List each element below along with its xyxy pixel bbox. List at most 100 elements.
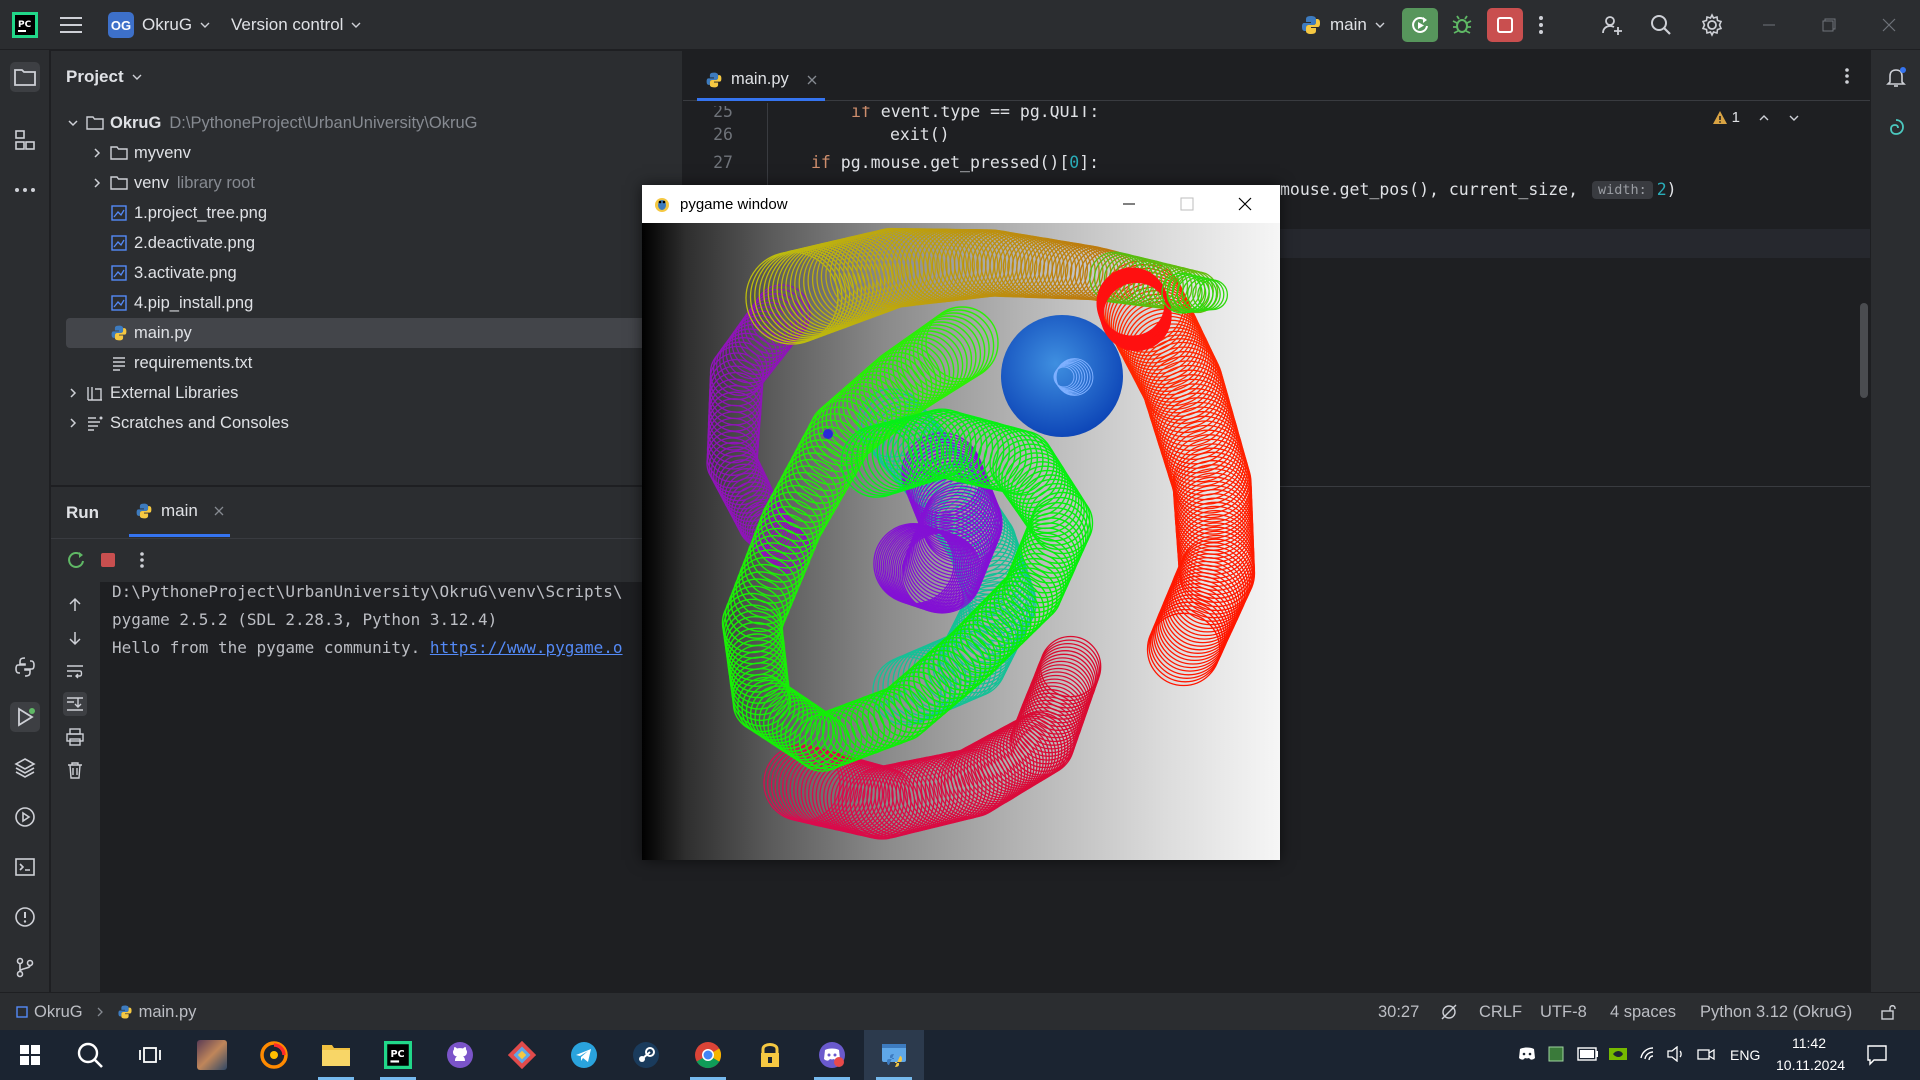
taskbar-yandex-music[interactable]: [244, 1030, 304, 1080]
python-interpreter[interactable]: Python 3.12 (OkruG): [1700, 993, 1852, 1031]
tree-item-myvenv[interactable]: myvenv: [66, 138, 682, 168]
soft-wrap-button[interactable]: [63, 659, 87, 683]
code-with-me-button[interactable]: [1600, 0, 1624, 50]
pygame-maximize-button[interactable]: [1180, 197, 1194, 211]
ai-assistant-button[interactable]: [1881, 112, 1911, 142]
tree-item-requirements-txt[interactable]: requirements.txt: [66, 348, 682, 378]
clear-all-button[interactable]: [63, 758, 87, 782]
taskbar-python-app[interactable]: [864, 1030, 924, 1080]
tray-meet-now[interactable]: [1697, 1046, 1715, 1062]
python-packages-button[interactable]: [10, 752, 40, 782]
notifications-button[interactable]: [1881, 62, 1911, 92]
tree-item-activate-png[interactable]: 3.activate.png: [66, 258, 682, 288]
inspection-status[interactable]: [1440, 993, 1458, 1031]
structure-tool-button[interactable]: [10, 125, 40, 155]
code-line-28[interactable]: mouse.get_pos(), current_size, width: 2): [1280, 176, 1870, 203]
indent-setting[interactable]: 4 spaces: [1610, 993, 1676, 1031]
tree-external-libraries[interactable]: External Libraries: [66, 378, 682, 408]
input-language[interactable]: ENG: [1730, 1047, 1760, 1063]
taskbar-vpn-app[interactable]: [740, 1030, 800, 1080]
minimize-button[interactable]: [1762, 0, 1776, 50]
run-config-selector[interactable]: main: [1300, 0, 1385, 50]
scroll-to-end-button[interactable]: [63, 692, 87, 716]
debug-button[interactable]: [1450, 0, 1474, 50]
caret-position[interactable]: 30:27: [1378, 993, 1419, 1031]
pygame-minimize-button[interactable]: [1122, 197, 1136, 211]
scroll-down-button[interactable]: [63, 626, 87, 650]
project-tool-button[interactable]: [10, 62, 40, 92]
taskbar-pycharm[interactable]: PC: [368, 1030, 428, 1080]
editor-tab-options[interactable]: [1844, 67, 1850, 85]
tree-item-deactivate-png[interactable]: 2.deactivate.png: [66, 228, 682, 258]
tree-scratches-consoles[interactable]: Scratches and Consoles: [66, 408, 682, 438]
python-console-button[interactable]: [10, 652, 40, 682]
task-view-button[interactable]: [120, 1030, 180, 1080]
start-button[interactable]: [0, 1030, 60, 1080]
tree-item-venv[interactable]: venv library root: [66, 168, 682, 198]
breadcrumb-file[interactable]: main.py: [139, 1003, 197, 1022]
breadcrumb-project[interactable]: OkruG: [34, 1003, 83, 1022]
run-tab-main[interactable]: main: [129, 487, 230, 537]
breadcrumb[interactable]: OkruG main.py: [16, 993, 196, 1031]
settings-button[interactable]: [1700, 0, 1724, 50]
stop-button[interactable]: [1487, 0, 1523, 50]
editor-tab-main-py[interactable]: main.py: [697, 61, 825, 101]
project-panel-header[interactable]: Project: [66, 67, 142, 87]
taskbar-game-app[interactable]: [182, 1030, 242, 1080]
pygame-window[interactable]: pygame window: [642, 185, 1280, 860]
search-everywhere-button[interactable]: [1650, 0, 1672, 50]
tree-root-okrug[interactable]: OkruG D:\PythoneProject\UrbanUniversity\…: [66, 108, 682, 138]
rerun-button[interactable]: [65, 549, 87, 571]
line-separator[interactable]: CRLF: [1479, 993, 1522, 1031]
pycharm-logo[interactable]: PC: [12, 0, 38, 50]
taskbar-telegram[interactable]: [554, 1030, 614, 1080]
action-center-button[interactable]: [1866, 1044, 1888, 1066]
taskbar-discord[interactable]: [802, 1030, 862, 1080]
taskbar-file-explorer[interactable]: [306, 1030, 366, 1080]
git-button[interactable]: [10, 952, 40, 982]
pygame-close-button[interactable]: [1238, 197, 1252, 211]
pygame-title-bar[interactable]: pygame window: [642, 185, 1280, 223]
tree-item-project-tree-png[interactable]: 1.project_tree.png: [66, 198, 682, 228]
tray-volume[interactable]: [1667, 1046, 1685, 1062]
more-actions-button[interactable]: [1538, 0, 1544, 50]
tray-wifi[interactable]: [1640, 1046, 1658, 1062]
project-switcher[interactable]: OG OkruG: [108, 0, 210, 50]
tray-battery[interactable]: [1577, 1047, 1599, 1061]
tray-nvidia[interactable]: [1608, 1046, 1628, 1062]
code-line-26[interactable]: 26 exit(): [683, 121, 1870, 148]
tree-item-main-py[interactable]: main.py: [66, 318, 682, 348]
close-button[interactable]: [1882, 0, 1896, 50]
problems-button[interactable]: [10, 902, 40, 932]
editor-scrollbar-thumb[interactable]: [1860, 303, 1868, 398]
services-button[interactable]: [10, 802, 40, 832]
print-button[interactable]: [63, 725, 87, 749]
stop-button[interactable]: [99, 551, 117, 569]
taskbar-chrome[interactable]: [678, 1030, 738, 1080]
code-line-27[interactable]: 27 if pg.mouse.get_pressed()[0]:: [683, 149, 1870, 176]
tray-discord[interactable]: [1517, 1046, 1537, 1062]
file-encoding[interactable]: UTF-8: [1540, 993, 1587, 1031]
main-menu-button[interactable]: [60, 0, 82, 50]
clock-date[interactable]: 10.11.2024: [1776, 1057, 1845, 1073]
tree-item-pip-install-png[interactable]: 4.pip_install.png: [66, 288, 682, 318]
taskbar-git-app[interactable]: [492, 1030, 552, 1080]
more-tools-button[interactable]: [10, 175, 40, 205]
rerun-button[interactable]: [1402, 0, 1438, 50]
run-tool-button[interactable]: [10, 702, 40, 732]
version-control-menu[interactable]: Version control: [231, 0, 361, 50]
run-console-output[interactable]: D:\PythoneProject\UrbanUniversity\OkruG\…: [100, 582, 682, 993]
scroll-up-button[interactable]: [63, 593, 87, 617]
taskbar-github-desktop[interactable]: [430, 1030, 490, 1080]
pygame-drawing-canvas[interactable]: [642, 223, 1280, 860]
read-only-toggle[interactable]: [1880, 993, 1898, 1031]
tray-app-green[interactable]: [1548, 1046, 1564, 1062]
pygame-url-link[interactable]: https://www.pygame.o: [430, 638, 623, 657]
taskbar-search-button[interactable]: [60, 1030, 120, 1080]
soft-wrap-icon: [67, 665, 83, 679]
clock-time[interactable]: 11:42: [1792, 1035, 1826, 1051]
taskbar-steam[interactable]: [616, 1030, 676, 1080]
restore-button[interactable]: [1822, 0, 1836, 50]
run-more-button[interactable]: [139, 551, 145, 569]
terminal-button[interactable]: [10, 852, 40, 882]
